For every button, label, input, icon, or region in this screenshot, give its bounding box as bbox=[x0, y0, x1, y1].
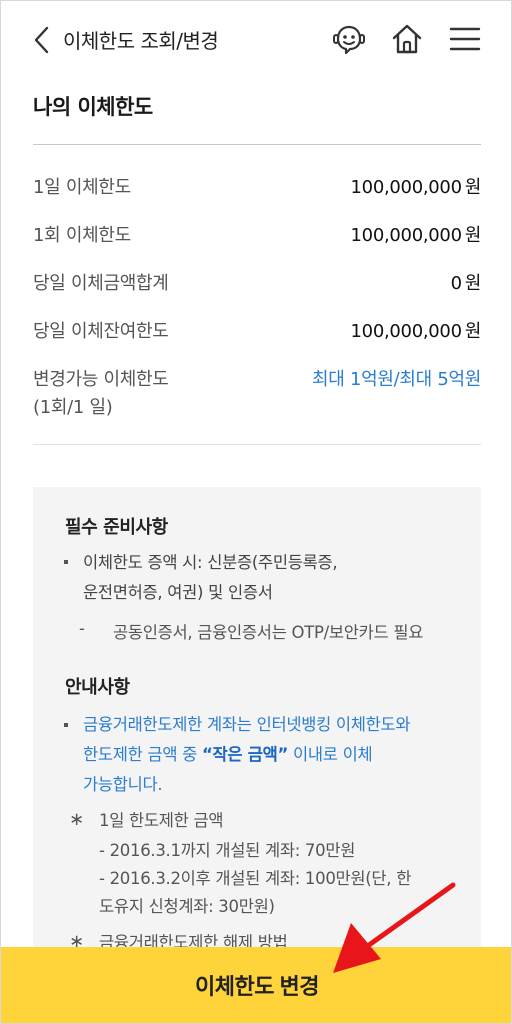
bullet-icon bbox=[64, 723, 68, 727]
notice-line2: 한도제한 금액 중 “작은 금액” 이내로 이체 bbox=[83, 745, 373, 764]
top-bar: 이체한도 조회/변경 bbox=[1, 1, 511, 77]
notice-title: 안내사항 bbox=[65, 677, 130, 698]
row-label: 당일 이체잔여한도 bbox=[33, 321, 169, 342]
row-value: 100,000,000 원 bbox=[350, 177, 482, 198]
chevron-left-icon[interactable] bbox=[31, 25, 53, 55]
asterisk-icon: ∗ bbox=[69, 809, 85, 830]
row-label: 당일 이체금액합계 bbox=[33, 273, 169, 294]
change-limit-button[interactable]: 이체한도 변경 bbox=[1, 947, 511, 1023]
menu-icon[interactable] bbox=[447, 21, 483, 57]
star1-sub1: - 2016.3.1까지 개설된 계좌: 70만원 bbox=[99, 841, 356, 860]
home-icon[interactable] bbox=[389, 21, 425, 57]
required-item-line2: 운전면허증, 여권) 및 인증서 bbox=[83, 583, 273, 602]
notice-line1: 금융거래한도제한 계좌는 인터넷뱅킹 이체한도와 bbox=[83, 715, 411, 734]
bullet-icon bbox=[64, 560, 68, 564]
required-item-line1: 이체한도 증액 시: 신분증(주민등록증, bbox=[83, 553, 338, 572]
dash-icon: - bbox=[79, 619, 85, 638]
row-value: 0원 bbox=[450, 273, 482, 294]
info-box: 필수 준비사항 이체한도 증액 시: 신분증(주민등록증, 운전면허증, 여권)… bbox=[33, 487, 481, 967]
divider bbox=[33, 144, 481, 145]
notice-line3: 가능합니다. bbox=[83, 775, 163, 794]
required-sub: 공동인증서, 금융인증서는 OTP/보안카드 필요 bbox=[113, 623, 424, 642]
chatbot-icon[interactable] bbox=[331, 21, 367, 57]
divider bbox=[33, 444, 481, 445]
page-title: 이체한도 조회/변경 bbox=[63, 29, 219, 53]
row-label: 1일 이체한도 bbox=[33, 177, 131, 198]
section-title: 나의 이체한도 bbox=[33, 95, 153, 119]
change-limit-button-label: 이체한도 변경 bbox=[194, 974, 320, 999]
row-value: 100,000,000 원 bbox=[350, 225, 482, 246]
changeable-limit-link[interactable]: 최대 1억원/최대 5억원 bbox=[312, 365, 481, 391]
row-value: 100,000,000 원 bbox=[350, 321, 482, 342]
row-label: 변경가능 이체한도 bbox=[33, 369, 169, 390]
row-label-sub: (1회/1 일) bbox=[33, 397, 113, 418]
app-frame: 이체한도 조회/변경 나의 이체한도 1일 이체한도 100,000,000 원 … bbox=[0, 0, 512, 1024]
star1-sub2: - 2016.3.2이후 개설된 계좌: 100만원(단, 한 bbox=[99, 869, 412, 888]
required-title: 필수 준비사항 bbox=[65, 517, 168, 538]
star1-sub3: 도유지 신청계좌: 30만원) bbox=[99, 897, 275, 916]
star1-title: 1일 한도제한 금액 bbox=[99, 811, 224, 830]
row-label: 1회 이체한도 bbox=[33, 225, 131, 246]
